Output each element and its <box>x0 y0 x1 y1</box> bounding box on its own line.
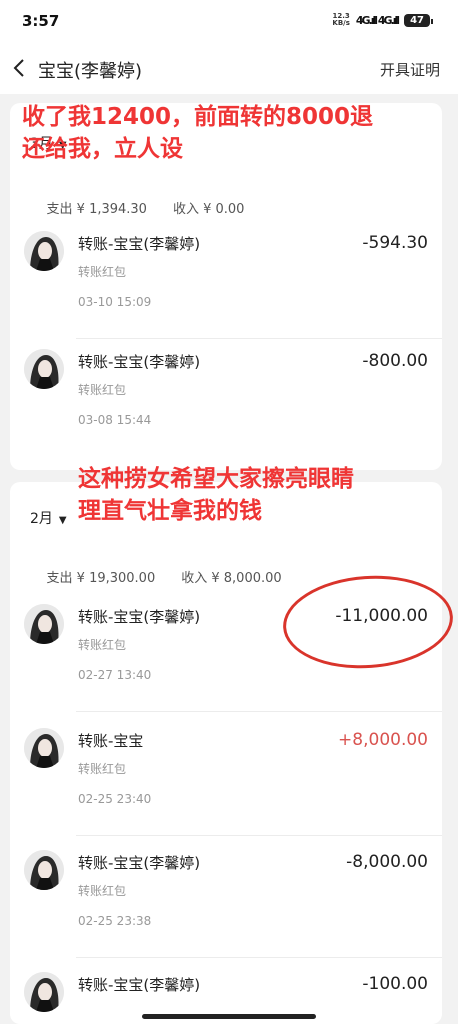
transaction-title: 转账-宝宝 <box>78 732 144 750</box>
transaction-subtitle: 转账红包 <box>78 383 127 397</box>
annotation-line: 理直气壮拿我的钱 <box>78 498 262 524</box>
transaction-subtitle: 转账红包 <box>78 884 127 898</box>
expense-total: 支出 ¥ 19,300.00 <box>46 571 156 586</box>
annotation-text: 收了我12400，前面转的8000退 还给我，立人设 <box>22 101 373 165</box>
transaction-amount: -100.00 <box>362 974 428 994</box>
transaction-time: 02-25 23:38 <box>78 914 152 928</box>
divider <box>76 957 442 958</box>
nav-bar: 宝宝(李馨婷) 开具证明 <box>0 44 458 94</box>
transaction-row[interactable]: 转账-宝宝(李馨婷) 转账红包 03-10 15:09 -594.30 <box>10 221 442 339</box>
transaction-time: 03-08 15:44 <box>78 413 152 427</box>
annotation-line: 这种捞女希望大家擦亮眼睛 <box>78 466 354 492</box>
transaction-subtitle: 转账红包 <box>78 265 127 279</box>
home-indicator[interactable] <box>142 1014 316 1019</box>
avatar <box>24 850 64 890</box>
income-total: 收入 ¥ 8,000.00 <box>181 571 282 586</box>
back-arrow-icon[interactable] <box>10 56 30 80</box>
divider <box>76 835 442 836</box>
avatar <box>24 231 64 271</box>
transaction-amount: -8,000.00 <box>346 852 428 872</box>
transaction-title: 转账-宝宝(李馨婷) <box>78 353 201 371</box>
income-total: 收入 ¥ 0.00 <box>172 202 245 217</box>
transaction-time: 03-10 15:09 <box>78 295 152 309</box>
divider <box>76 711 442 712</box>
transaction-row[interactable]: 转账-宝宝 转账红包 02-25 23:40 +8,000.00 <box>10 718 442 836</box>
issue-certificate-button[interactable]: 开具证明 <box>380 59 440 80</box>
avatar <box>24 349 64 389</box>
month-card-february: 2月 ▼ 支出 ¥ 19,300.00 收入 ¥ 8,000.00 转账-宝宝(李馨… <box>10 482 442 1024</box>
avatar <box>24 604 64 644</box>
network-speed: 12.3 KB/s <box>332 13 349 27</box>
transaction-row[interactable]: 转账-宝宝(李馨婷) 转账红包 02-25 23:38 -8,000.00 <box>10 840 442 958</box>
transaction-title: 转账-宝宝(李馨婷) <box>78 854 201 872</box>
status-time: 3:57 <box>22 12 60 30</box>
transaction-title: 转账-宝宝(李馨婷) <box>78 235 201 253</box>
transaction-amount: -800.00 <box>362 351 428 371</box>
network-speed-unit: KB/s <box>332 19 350 27</box>
avatar <box>24 728 64 768</box>
caret-down-icon: ▼ <box>58 515 67 526</box>
battery-icon: 47 <box>404 13 433 27</box>
transaction-title: 转账-宝宝(李馨婷) <box>78 976 201 994</box>
transaction-row[interactable]: 转账-宝宝(李馨婷) 转账红包 03-08 15:44 -800.00 <box>10 339 442 457</box>
month-selector[interactable]: 2月 ▼ <box>30 508 67 528</box>
signal-icon: 4G.ıll 4G.ıll <box>355 13 400 27</box>
transaction-time: 02-27 13:40 <box>78 668 152 682</box>
transaction-time: 02-25 23:40 <box>78 792 152 806</box>
expense-total: 支出 ¥ 1,394.30 <box>46 202 147 217</box>
page-title: 宝宝(李馨婷) <box>38 61 143 82</box>
annotation-text: 这种捞女希望大家擦亮眼睛 理直气壮拿我的钱 <box>78 463 354 527</box>
month-label: 2月 <box>30 511 53 527</box>
transaction-amount: +8,000.00 <box>338 730 428 750</box>
status-bar: 3:57 12.3 KB/s 4G.ıll 4G.ıll 47 <box>0 0 458 44</box>
avatar <box>24 972 64 1012</box>
transaction-title: 转账-宝宝(李馨婷) <box>78 608 201 626</box>
annotation-line: 还给我，立人设 <box>22 136 183 162</box>
transaction-subtitle: 转账红包 <box>78 762 127 776</box>
transaction-subtitle: 转账红包 <box>78 638 127 652</box>
status-indicators: 12.3 KB/s 4G.ıll 4G.ıll 47 <box>332 13 433 27</box>
annotation-line: 收了我12400，前面转的8000退 <box>22 104 374 130</box>
transaction-amount: -594.30 <box>362 233 428 253</box>
